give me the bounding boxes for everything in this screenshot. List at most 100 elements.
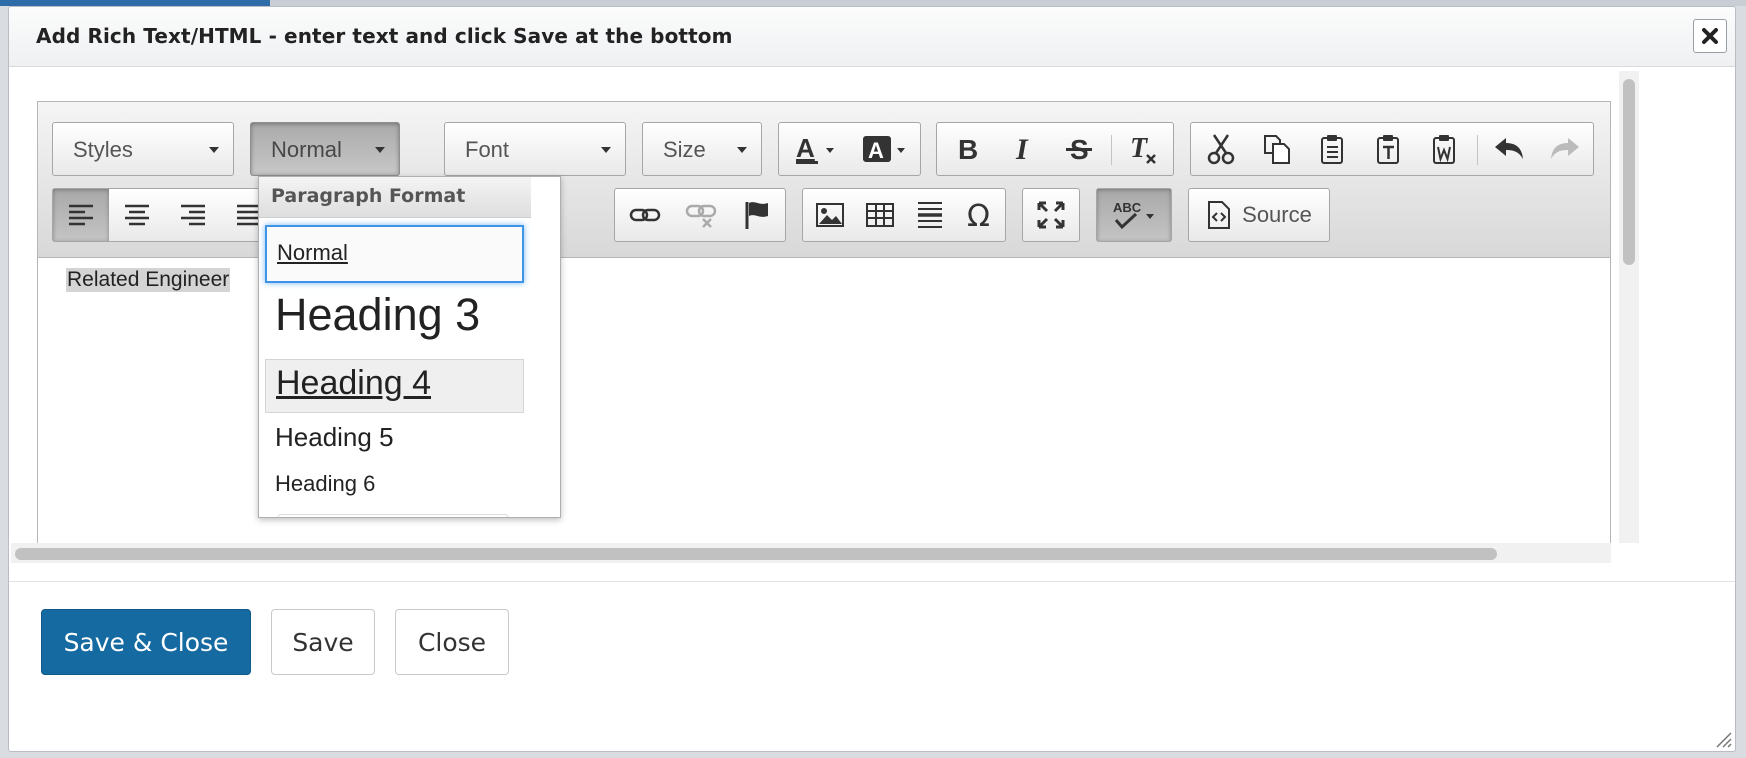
remove-format-icon: T xyxy=(1130,133,1156,164)
paste-word-button[interactable] xyxy=(1417,123,1473,175)
paste-word-icon xyxy=(1433,135,1455,164)
font-dropdown[interactable]: Font xyxy=(444,122,626,176)
toolbar-separator xyxy=(1477,135,1478,165)
text-color-button[interactable]: A xyxy=(783,123,849,175)
bold-icon: B xyxy=(958,134,978,164)
format-option-label: Heading 4 xyxy=(276,364,432,402)
redo-icon xyxy=(1551,138,1579,159)
anchor-button[interactable] xyxy=(729,189,785,241)
source-label: Source xyxy=(1242,202,1312,227)
align-left-icon xyxy=(69,204,93,226)
copy-icon xyxy=(1264,135,1290,164)
chevron-down-icon xyxy=(209,147,219,153)
resize-grip-icon[interactable] xyxy=(1711,727,1733,749)
unlink-button[interactable] xyxy=(673,189,729,241)
save-and-close-button[interactable]: Save & Close xyxy=(41,609,251,675)
horizontal-scroll-thumb[interactable] xyxy=(15,548,1497,560)
paste-button[interactable] xyxy=(1305,123,1361,175)
align-right-icon xyxy=(181,204,205,226)
font-label: Font xyxy=(465,137,510,162)
format-option-heading-3[interactable]: Heading 3 xyxy=(265,287,524,343)
table-icon xyxy=(866,203,894,227)
maximize-group xyxy=(1022,188,1080,242)
color-group: A A xyxy=(778,122,921,176)
background-color-icon: A xyxy=(863,136,905,163)
chevron-down-icon xyxy=(375,147,385,153)
italic-icon: I xyxy=(1015,134,1029,164)
text-color-icon: A xyxy=(796,133,834,164)
link-group xyxy=(614,188,786,242)
basic-styles-group: B I S T xyxy=(936,122,1174,176)
size-label: Size xyxy=(663,137,706,162)
svg-text:A: A xyxy=(868,138,884,163)
copy-button[interactable] xyxy=(1249,123,1305,175)
svg-text:Ω: Ω xyxy=(967,200,990,230)
format-option-label: Heading 3 xyxy=(275,289,481,340)
align-center-button[interactable] xyxy=(109,189,165,241)
size-dropdown[interactable]: Size xyxy=(642,122,762,176)
link-button[interactable] xyxy=(617,189,673,241)
link-icon xyxy=(629,208,661,222)
scissors-icon xyxy=(1207,134,1235,165)
paragraph-format-menu: Paragraph Format Normal Heading 3 Headin… xyxy=(258,176,561,518)
image-button[interactable] xyxy=(805,189,855,241)
chevron-down-icon xyxy=(737,147,747,153)
format-option-normal[interactable]: Normal xyxy=(265,225,524,283)
italic-button[interactable]: I xyxy=(995,123,1051,175)
paste-icon xyxy=(1321,135,1343,164)
redo-button[interactable] xyxy=(1537,123,1593,175)
image-icon xyxy=(816,203,844,227)
horizontal-rule-button[interactable] xyxy=(905,189,955,241)
styles-dropdown[interactable]: Styles xyxy=(52,122,234,176)
vertical-scroll-thumb[interactable] xyxy=(1623,79,1635,265)
svg-text:T: T xyxy=(1130,133,1149,164)
content-text: Related Engineer xyxy=(66,268,231,292)
spellcheck-group: ABC xyxy=(1096,188,1172,242)
special-character-button[interactable]: Ω xyxy=(955,189,1005,241)
maximize-icon xyxy=(1037,201,1065,229)
format-option-heading-6[interactable]: Heading 6 xyxy=(265,469,524,505)
format-option-heading-4[interactable]: Heading 4 xyxy=(265,359,524,413)
styles-label: Styles xyxy=(73,137,133,162)
vertical-scrollbar[interactable] xyxy=(1619,71,1639,543)
format-option-heading-5[interactable]: Heading 5 xyxy=(265,420,524,460)
footer-divider xyxy=(9,581,1735,582)
omega-icon: Ω xyxy=(967,200,990,230)
undo-button[interactable] xyxy=(1481,123,1537,175)
spellcheck-button[interactable]: ABC xyxy=(1097,189,1171,241)
format-option-label: Heading 5 xyxy=(275,422,394,452)
paste-text-button[interactable] xyxy=(1361,123,1417,175)
strikethrough-button[interactable]: S xyxy=(1051,123,1107,175)
cut-button[interactable] xyxy=(1193,123,1249,175)
maximize-button[interactable] xyxy=(1025,189,1077,241)
svg-text:ABC: ABC xyxy=(1113,200,1142,215)
svg-text:A: A xyxy=(796,133,815,163)
align-left-button[interactable] xyxy=(53,189,109,241)
background-color-button[interactable]: A xyxy=(853,123,919,175)
align-right-button[interactable] xyxy=(165,189,221,241)
bold-button[interactable]: B xyxy=(939,123,995,175)
format-option-partial xyxy=(277,514,509,517)
svg-text:I: I xyxy=(1015,134,1029,164)
format-option-label: Heading 6 xyxy=(275,471,376,496)
dialog-titlebar: Add Rich Text/HTML - enter text and clic… xyxy=(9,7,1735,67)
horizontal-scrollbar[interactable] xyxy=(11,543,1611,563)
svg-text:B: B xyxy=(958,134,978,164)
dialog-close-button[interactable] xyxy=(1693,19,1727,53)
undo-icon xyxy=(1495,138,1523,159)
table-button[interactable] xyxy=(855,189,905,241)
close-button[interactable]: Close xyxy=(395,609,509,675)
close-icon xyxy=(1702,28,1718,44)
source-group: Source xyxy=(1188,188,1330,242)
source-button[interactable]: Source xyxy=(1189,189,1329,241)
save-button[interactable]: Save xyxy=(271,609,375,675)
paragraph-format-dropdown[interactable]: Normal xyxy=(250,122,400,176)
format-option-label: Normal xyxy=(277,240,348,265)
remove-format-button[interactable]: T xyxy=(1115,123,1171,175)
menu-header-label: Paragraph Format xyxy=(271,185,466,207)
source-icon xyxy=(1208,201,1231,229)
dialog-title: Add Rich Text/HTML - enter text and clic… xyxy=(36,24,733,48)
toolbar-separator xyxy=(1111,135,1112,165)
rich-text-dialog: Add Rich Text/HTML - enter text and clic… xyxy=(8,6,1736,752)
horizontal-rule-icon xyxy=(918,202,942,228)
